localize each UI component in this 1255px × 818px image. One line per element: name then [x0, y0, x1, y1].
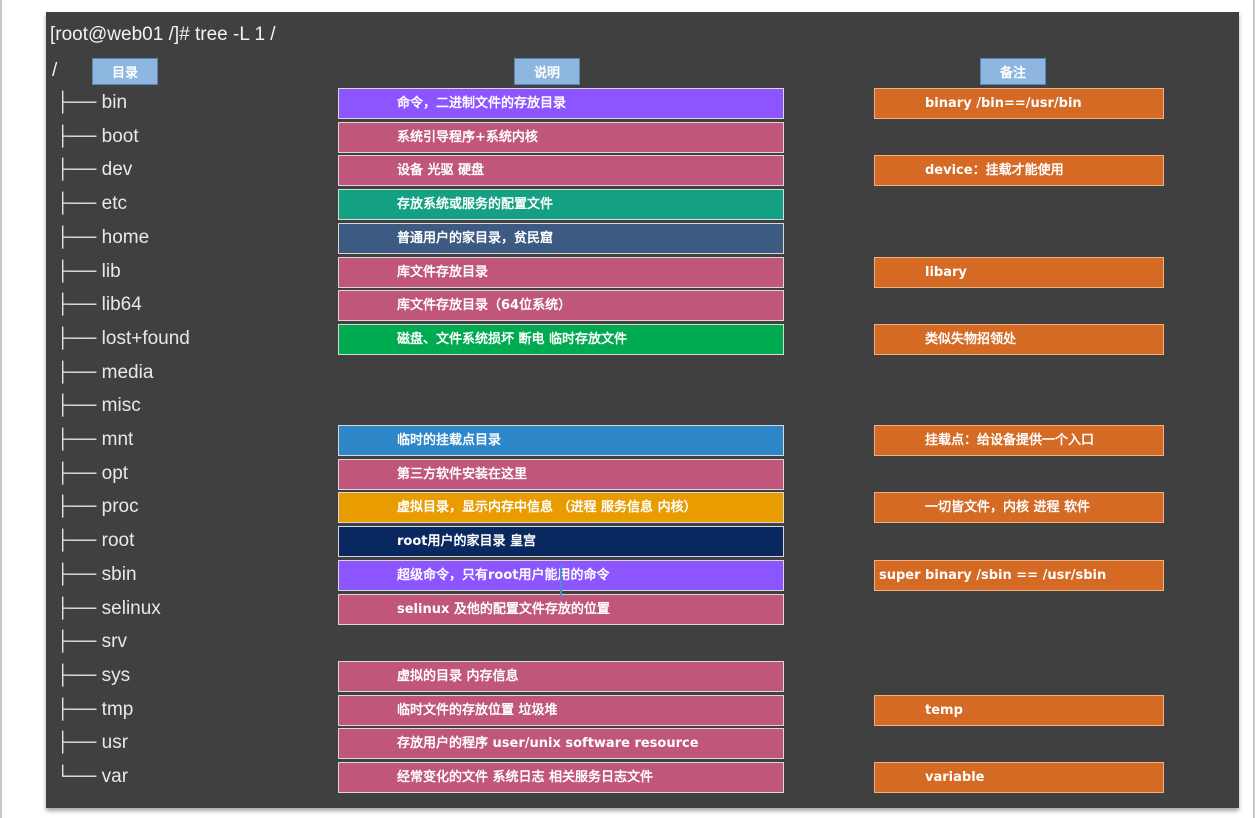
description-box: 虚拟的目录 内存信息 [338, 661, 784, 692]
note-box: 类似失物招领处 [874, 324, 1164, 355]
description-box: 设备 光驱 硬盘 [338, 155, 784, 186]
dir-entry: ├── home [56, 227, 150, 248]
header-note: 备注 [980, 58, 1046, 85]
root-path: / [52, 60, 58, 81]
dir-entry: ├── lib [56, 261, 121, 282]
dir-entry: ├── boot [56, 126, 139, 147]
description-box: 存放用户的程序 user/unix software resource [338, 728, 784, 759]
description-box: selinux 及他的配置文件存放的位置 [338, 594, 784, 625]
description-box: 存放系统或服务的配置文件 [338, 189, 784, 220]
dir-entry: ├── bin [56, 92, 128, 113]
dir-entry: ├── selinux [56, 598, 161, 619]
description-box: 普通用户的家目录，贫民窟 [338, 223, 784, 254]
note-box: 一切皆文件，内核 进程 软件 [874, 492, 1164, 523]
dir-entry: ├── misc [56, 395, 141, 416]
note-box: device：挂载才能使用 [874, 155, 1164, 186]
dir-entry: ├── lost+found [56, 328, 190, 349]
note-box: variable [874, 762, 1164, 793]
note-box: temp [874, 695, 1164, 726]
header-dir: 目录 [92, 58, 158, 85]
dir-entry: ├── sbin [56, 564, 137, 585]
note-box: 挂载点：给设备提供一个入口 [874, 425, 1164, 456]
command-line: [root@web01 /]# tree -L 1 / [50, 24, 276, 45]
description-box: 临时的挂载点目录 [338, 425, 784, 456]
description-box: root用户的家目录 皇宫 [338, 526, 784, 557]
description-box: 临时文件的存放位置 垃圾堆 [338, 695, 784, 726]
dir-entry: ├── root [56, 530, 135, 551]
text-cursor [560, 565, 562, 597]
dir-entry: ├── srv [56, 631, 127, 652]
dir-entry: ├── mnt [56, 429, 134, 450]
description-box: 系统引导程序+系统内核 [338, 122, 784, 153]
header-desc: 说明 [514, 58, 580, 85]
description-box: 经常变化的文件 系统日志 相关服务日志文件 [338, 762, 784, 793]
description-box: 第三方软件安装在这里 [338, 459, 784, 490]
dir-entry: ├── opt [56, 463, 129, 484]
description-box: 库文件存放目录 [338, 257, 784, 288]
dir-entry: ├── sys [56, 665, 131, 686]
terminal-panel: [root@web01 /]# tree -L 1 / / 目录 说明 备注 ├… [46, 12, 1239, 808]
dir-entry: ├── tmp [56, 699, 134, 720]
frame-border-left [0, 0, 2, 818]
note-box: binary /bin==/usr/bin [874, 88, 1164, 119]
note-box: libary [874, 257, 1164, 288]
description-box: 命令，二进制文件的存放目录 [338, 88, 784, 119]
dir-entry: ├── usr [56, 732, 129, 753]
note-box: super binary /sbin == /usr/sbin [874, 560, 1164, 591]
dir-entry: ├── proc [56, 496, 139, 517]
description-box: 虚拟目录，显示内存中信息 （进程 服务信息 内核） [338, 492, 784, 523]
dir-entry: ├── lib64 [56, 294, 142, 315]
dir-entry: ├── media [56, 362, 154, 383]
description-box: 磁盘、文件系统损坏 断电 临时存放文件 [338, 324, 784, 355]
dir-entry: ├── etc [56, 193, 128, 214]
dir-entry: ├── dev [56, 159, 133, 180]
description-box: 库文件存放目录（64位系统） [338, 290, 784, 321]
dir-entry: └── var [56, 766, 129, 787]
